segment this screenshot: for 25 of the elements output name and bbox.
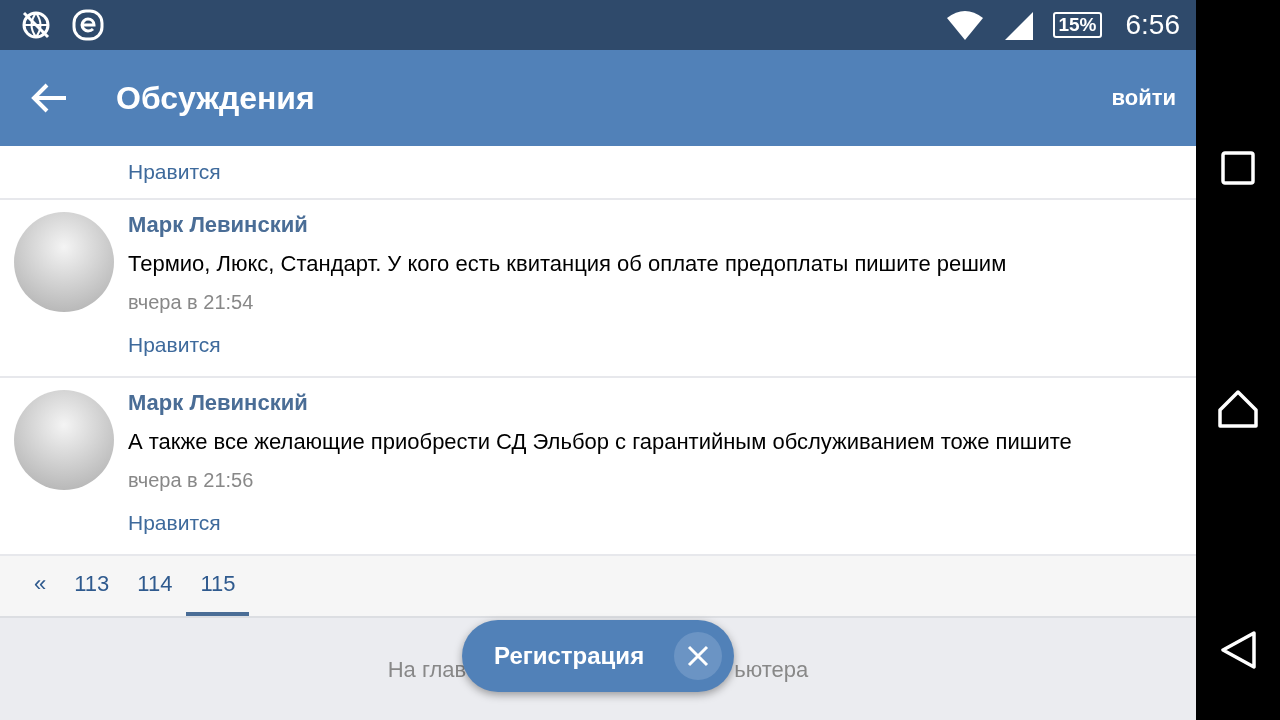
author-name[interactable]: Марк Левинский [128,212,308,238]
footer-link[interactable]: ьютера [734,657,809,683]
comment-time: вчера в 21:56 [128,468,254,492]
wifi-icon [947,10,984,40]
login-button[interactable]: войти [1111,81,1176,115]
screen-title: Обсуждения [116,79,316,117]
page-tab[interactable]: « [20,556,61,616]
comment-text: А также все желающие приобрести СД Эльбор с гарантийным обслуживанием тоже пишите [128,428,1072,456]
close-icon[interactable] [674,632,722,680]
like-link[interactable]: Нравится [128,510,221,536]
clock-time: 6:56 [1125,9,1180,41]
back-arrow-icon[interactable] [30,82,68,114]
comment-time: вчера в 21:54 [128,290,254,314]
author-name[interactable]: Марк Левинский [128,390,308,416]
like-link[interactable]: Нравится [128,159,221,185]
like-link[interactable]: Нравится [128,332,221,358]
signal-icon [1003,10,1034,40]
page-tab[interactable]: 113 [60,556,124,616]
home-icon[interactable] [1218,388,1258,428]
page-tab[interactable]: 114 [123,556,187,616]
comment-text: Термио, Люкс, Стандарт. У кого есть квитанция об оплате предоплаты пишите решим [128,250,1007,278]
globe-crossed-icon [20,9,52,41]
back-triangle-icon[interactable] [1220,630,1256,669]
battery-indicator: 15% [1053,12,1102,38]
recents-square-icon[interactable] [1221,151,1255,186]
